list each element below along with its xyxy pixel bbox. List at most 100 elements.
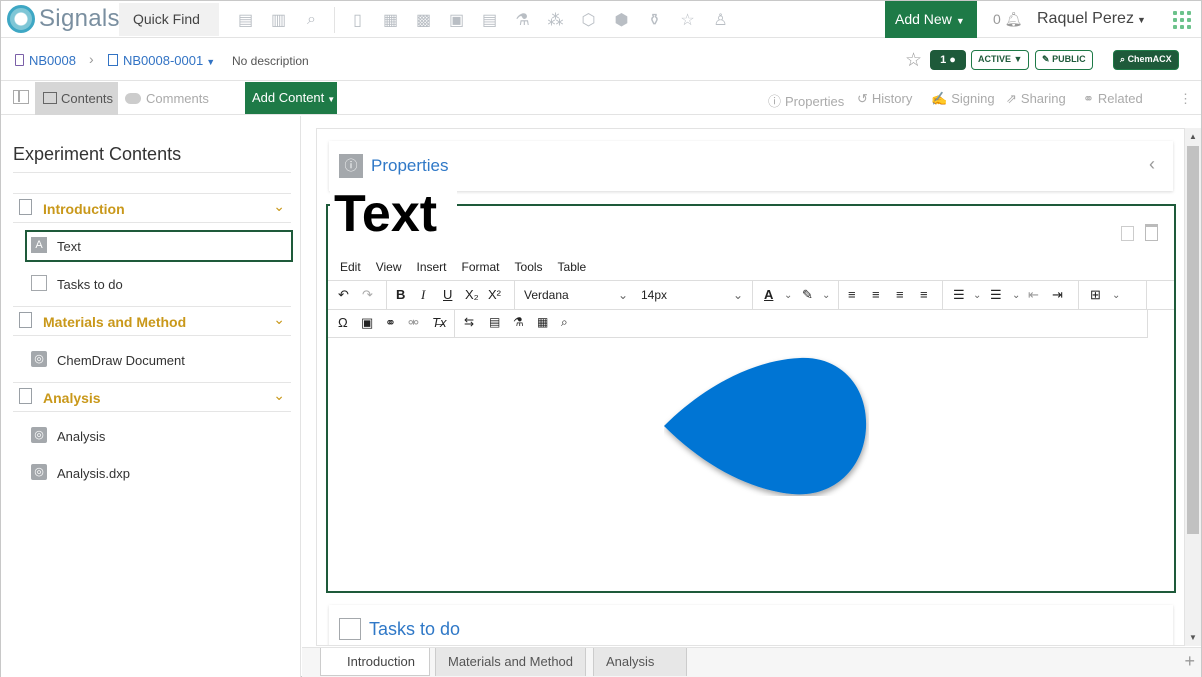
outdent-icon[interactable]: ⇤ bbox=[1028, 287, 1039, 303]
align-left-icon[interactable]: ≡ bbox=[848, 287, 856, 302]
section-analysis[interactable]: Analysis ⌄ bbox=[13, 383, 291, 411]
chevron-down-icon[interactable]: ⌄ bbox=[822, 290, 830, 301]
chevron-down-icon[interactable]: ⌄ bbox=[784, 290, 792, 301]
align-center-icon[interactable]: ≡ bbox=[872, 287, 880, 302]
subscript-icon[interactable]: X₂ bbox=[465, 287, 479, 302]
bar-chart-icon[interactable]: ▥ bbox=[262, 9, 295, 31]
hexagon-icon[interactable]: ⬡ bbox=[572, 9, 605, 31]
menu-tools[interactable]: Tools bbox=[515, 260, 543, 274]
sharing-link[interactable]: ⇗ Sharing bbox=[1006, 91, 1066, 107]
chevron-down-icon[interactable]: ⌄ bbox=[973, 290, 981, 301]
text-color-icon[interactable]: A bbox=[764, 287, 773, 302]
toggle-sidebar-icon[interactable] bbox=[13, 90, 29, 104]
list-item-tasks[interactable]: Tasks to do bbox=[25, 268, 293, 300]
tab-comments[interactable]: Comments bbox=[125, 91, 209, 106]
underline-icon[interactable]: U bbox=[443, 287, 452, 302]
star-icon[interactable]: ☆ bbox=[671, 9, 704, 31]
section-materials[interactable]: Materials and Method ⌄ bbox=[13, 307, 291, 335]
superscript-icon[interactable]: X² bbox=[488, 287, 501, 302]
menu-insert[interactable]: Insert bbox=[416, 260, 446, 274]
breadcrumb-notebook[interactable]: NB0008 bbox=[15, 53, 76, 68]
list-item-text[interactable]: A Text bbox=[25, 230, 293, 262]
scroll-thumb[interactable] bbox=[1187, 146, 1199, 534]
tab-contents[interactable]: Contents bbox=[35, 82, 118, 115]
chevron-left-icon[interactable]: ‹ bbox=[1149, 154, 1155, 175]
font-size-select[interactable]: 14px ⌄ bbox=[641, 288, 743, 302]
experiment-icon[interactable]: ▦ bbox=[374, 9, 407, 31]
add-tab-icon[interactable]: + bbox=[1184, 651, 1195, 672]
add-content-button[interactable]: Add Content ▼ bbox=[245, 82, 337, 114]
justify-icon[interactable]: ≡ bbox=[920, 287, 928, 302]
flask-icon[interactable]: ⚗ bbox=[513, 315, 524, 329]
image-icon[interactable]: ▣ bbox=[361, 315, 373, 331]
tab-introduction[interactable]: Introduction bbox=[320, 648, 430, 676]
reaction-icon[interactable]: ⇆ bbox=[464, 315, 474, 329]
calendar-icon[interactable]: ▩ bbox=[407, 9, 440, 31]
menu-edit[interactable]: Edit bbox=[340, 260, 361, 274]
bold-icon[interactable]: B bbox=[396, 287, 405, 302]
breadcrumb-experiment[interactable]: NB0008-0001 ▼ bbox=[108, 53, 215, 68]
quick-find-button[interactable]: Quick Find bbox=[119, 3, 219, 36]
dashboard-icon[interactable]: ▤ bbox=[229, 9, 262, 31]
scroll-down-icon[interactable]: ▼ bbox=[1189, 633, 1197, 642]
indent-icon[interactable]: ⇥ bbox=[1052, 287, 1063, 303]
copy-icon[interactable] bbox=[1121, 226, 1134, 241]
app-launcher-icon[interactable] bbox=[1173, 11, 1191, 29]
rich-text-editor[interactable] bbox=[328, 338, 1174, 591]
menu-format[interactable]: Format bbox=[462, 260, 500, 274]
notifications-button[interactable]: 0 🔔︎ bbox=[993, 11, 1022, 28]
lab-icon[interactable]: ⚗ bbox=[506, 9, 539, 31]
menu-table[interactable]: Table bbox=[558, 260, 587, 274]
trash-icon[interactable] bbox=[1145, 224, 1158, 241]
favorite-star-icon[interactable]: ☆ bbox=[905, 49, 922, 72]
clipboard-icon[interactable]: ▤ bbox=[473, 9, 506, 31]
numbered-list-icon[interactable]: ☰ bbox=[990, 287, 1002, 303]
more-options-icon[interactable]: ⋮ bbox=[1179, 91, 1192, 107]
chevron-down-icon[interactable]: ⌄ bbox=[273, 311, 285, 328]
undo-icon[interactable]: ↶ bbox=[338, 287, 349, 303]
insert-image-icon[interactable]: ▤ bbox=[489, 315, 500, 329]
user-menu[interactable]: Raquel Perez ▼ bbox=[1037, 10, 1146, 28]
comments-badge[interactable]: 1 ● bbox=[930, 50, 966, 70]
chevron-down-icon[interactable]: ⌄ bbox=[1112, 290, 1120, 301]
visibility-badge[interactable]: ✎ PUBLIC bbox=[1035, 50, 1093, 70]
tab-materials[interactable]: Materials and Method bbox=[435, 648, 587, 676]
list-item-chemdraw[interactable]: ◎ ChemDraw Document bbox=[25, 344, 293, 376]
shield-icon[interactable]: ⬢ bbox=[605, 9, 638, 31]
section-introduction[interactable]: Introduction ⌄ bbox=[13, 194, 291, 222]
chemacx-button[interactable]: ⌕ ChemACX bbox=[1113, 50, 1179, 70]
tab-analysis[interactable]: Analysis bbox=[593, 648, 688, 676]
menu-view[interactable]: View bbox=[376, 260, 402, 274]
molecule-icon[interactable]: ⁂ bbox=[539, 9, 572, 31]
content-scrollbar[interactable]: ▲ ▼ bbox=[1185, 128, 1201, 646]
redo-icon[interactable]: ↷ bbox=[362, 287, 373, 303]
font-family-select[interactable]: Verdana ⌄ bbox=[524, 288, 628, 302]
chevron-down-icon[interactable]: ⌄ bbox=[1012, 290, 1020, 301]
grid-icon[interactable]: ▦ bbox=[537, 315, 548, 329]
related-link[interactable]: ⚭ Related bbox=[1083, 91, 1143, 107]
highlight-icon[interactable]: ✎ bbox=[802, 287, 813, 303]
scroll-up-icon[interactable]: ▲ bbox=[1189, 132, 1197, 141]
signing-link[interactable]: ✍ Signing bbox=[931, 91, 995, 107]
unlink-icon[interactable]: ⚮ bbox=[408, 315, 419, 331]
table-icon[interactable]: ⊞ bbox=[1090, 287, 1101, 303]
list-item-analysis[interactable]: ◎ Analysis bbox=[25, 420, 293, 452]
history-link[interactable]: ↺ History bbox=[857, 91, 912, 107]
align-right-icon[interactable]: ≡ bbox=[896, 287, 904, 302]
tasks-card[interactable]: Tasks to do bbox=[329, 605, 1173, 645]
users-icon[interactable]: ♙ bbox=[704, 9, 737, 31]
clear-format-icon[interactable]: T̶x bbox=[432, 315, 446, 330]
italic-icon[interactable]: I bbox=[421, 287, 425, 303]
flask-icon[interactable]: ⚱ bbox=[638, 9, 671, 31]
chevron-down-icon[interactable]: ⌄ bbox=[273, 387, 285, 404]
bullet-list-icon[interactable]: ☰ bbox=[953, 287, 965, 303]
notebook-icon[interactable]: ▯ bbox=[341, 9, 374, 31]
link-icon[interactable]: ⚭ bbox=[385, 315, 396, 331]
presentation-icon[interactable]: ▣ bbox=[440, 9, 473, 31]
experiment-description[interactable]: No description bbox=[232, 54, 309, 68]
list-item-analysis-dxp[interactable]: ◎ Analysis.dxp bbox=[25, 457, 293, 489]
search-icon[interactable]: ⌕ bbox=[561, 315, 568, 330]
special-char-icon[interactable]: Ω bbox=[338, 315, 348, 330]
search-icon[interactable]: ⌕ bbox=[295, 9, 328, 31]
chevron-down-icon[interactable]: ⌄ bbox=[273, 198, 285, 215]
